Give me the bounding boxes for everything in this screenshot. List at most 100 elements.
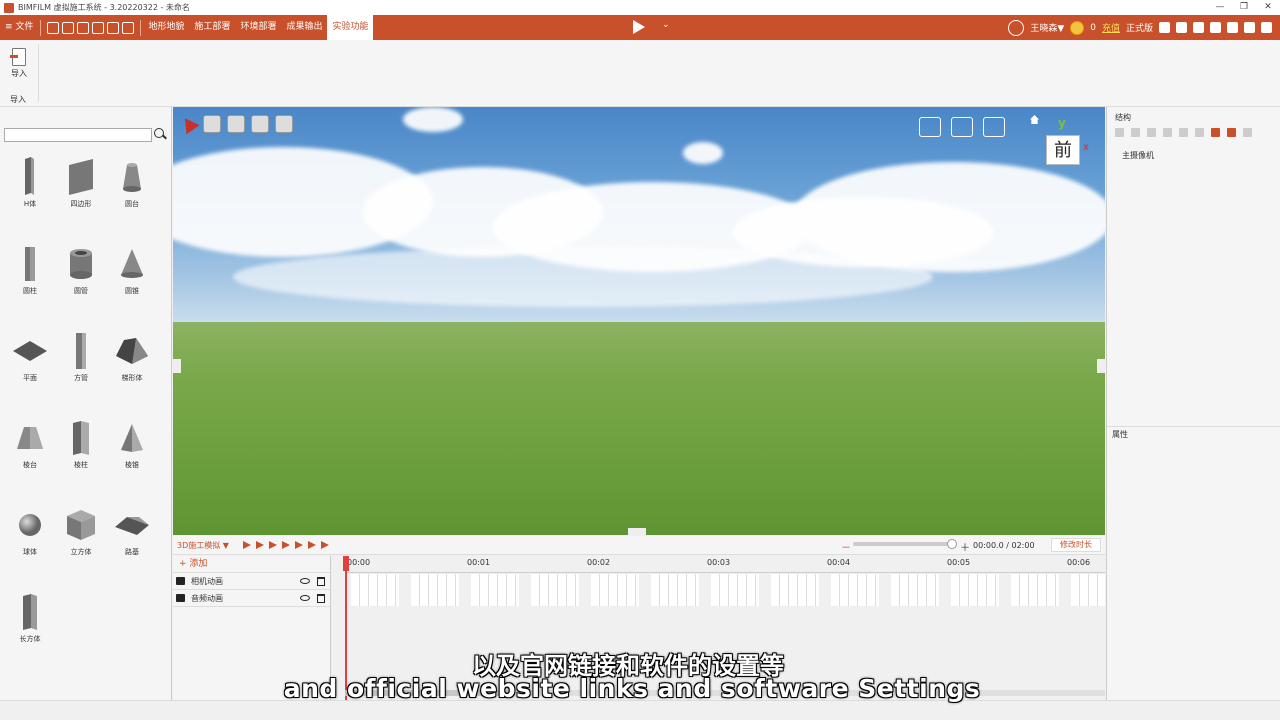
shape-frustum[interactable]: 圆台 <box>106 155 158 209</box>
save-icon[interactable] <box>62 21 75 34</box>
rotate-cube-icon[interactable] <box>227 115 245 133</box>
shape-h-beam[interactable]: H体 <box>4 155 56 209</box>
shape-quad[interactable]: 四边形 <box>55 155 107 209</box>
shape-cube[interactable]: 立方体 <box>55 503 107 557</box>
shape-cylinder[interactable]: 圆柱 <box>4 242 56 296</box>
shape-label: 四边形 <box>70 200 92 208</box>
box-cube-icon[interactable] <box>275 115 293 133</box>
shape-tube[interactable]: 圆管 <box>55 242 107 296</box>
right-panel: 结构 主摄像机 属性 <box>1106 107 1280 700</box>
timeline-mode-select[interactable]: 3D施工模拟 ▼ <box>177 540 229 551</box>
tab-environment[interactable]: 环境部署 <box>235 15 281 40</box>
view-cube[interactable]: 前 <box>1046 135 1080 165</box>
move-cube-icon[interactable] <box>203 115 221 133</box>
play-dropdown-icon[interactable]: ⌄ <box>662 20 670 30</box>
shape-plane[interactable]: 平面 <box>4 329 56 383</box>
select-cursor-icon[interactable] <box>178 113 200 135</box>
search-icon[interactable] <box>153 128 166 141</box>
tab-terrain[interactable]: 地形地貌 <box>143 15 189 40</box>
file-menu[interactable]: ≡ 文件 <box>0 15 38 40</box>
play-icon[interactable] <box>633 20 645 34</box>
search-icon[interactable] <box>1243 128 1252 137</box>
compass-icon[interactable] <box>1261 22 1272 33</box>
settings-gear-icon[interactable] <box>1244 22 1255 33</box>
scale-cube-icon[interactable] <box>251 115 269 133</box>
structure-item[interactable]: 主摄像机 <box>1122 150 1154 161</box>
zoom-slider-knob[interactable] <box>947 539 957 549</box>
tab-construction[interactable]: 施工部署 <box>189 15 235 40</box>
shape-trapezoid[interactable]: 梯形体 <box>106 329 158 383</box>
user-name[interactable]: 王晓森▼ <box>1030 21 1064 34</box>
list-icon[interactable] <box>1179 128 1188 137</box>
import-button-label: 导入 <box>11 69 27 78</box>
notification-icon[interactable] <box>1176 22 1187 33</box>
prev-frame-icon[interactable] <box>255 541 264 549</box>
add-track-button[interactable]: + 添加 <box>173 556 330 573</box>
home-icon[interactable] <box>1227 22 1238 33</box>
visibility-eye-icon[interactable] <box>300 595 310 601</box>
import-button[interactable]: 导入 <box>8 48 30 79</box>
play-icon[interactable] <box>268 541 277 549</box>
camera-icon[interactable] <box>919 117 941 137</box>
shape-pyramid[interactable]: 棱锥 <box>106 416 158 470</box>
avatar[interactable] <box>1008 19 1025 36</box>
next-frame-icon[interactable] <box>281 541 290 549</box>
loop-icon[interactable] <box>307 541 316 549</box>
shape-roadbed[interactable]: 路基 <box>106 503 158 557</box>
lock-icon[interactable] <box>1147 128 1156 137</box>
select-box-icon[interactable] <box>1211 128 1220 137</box>
zoom-out-button[interactable]: － <box>841 539 851 554</box>
undo-icon[interactable] <box>107 21 120 34</box>
shape-cuboid[interactable]: 长方体 <box>4 590 56 644</box>
track-row[interactable]: 音频动画 <box>173 590 330 607</box>
edit-duration-button[interactable]: 修改时长 <box>1051 538 1101 552</box>
shape-sphere[interactable]: 球体 <box>4 503 56 557</box>
time-ruler[interactable]: 00:00 00:01 00:02 00:03 00:04 00:05 00:0… <box>345 556 1105 573</box>
zoom-slider[interactable] <box>853 539 957 549</box>
recharge-link[interactable]: 充值 <box>1102 21 1120 34</box>
close-button[interactable]: ✕ <box>1256 0 1280 15</box>
shape-square-tube[interactable]: 方管 <box>55 329 107 383</box>
mail-icon[interactable] <box>1159 22 1170 33</box>
collapse-bottom-arrow-icon[interactable] <box>628 528 646 535</box>
open-folder-icon[interactable] <box>47 21 60 34</box>
time-display: 00:00.0 / 02:00 <box>973 541 1035 550</box>
shape-prism-frustum[interactable]: 棱台 <box>4 416 56 470</box>
filter-icon[interactable] <box>1195 128 1204 137</box>
axis-gizmo-icon[interactable] <box>983 117 1005 137</box>
3d-viewport[interactable]: y 前 x <box>173 107 1105 535</box>
last-frame-icon[interactable] <box>294 541 303 549</box>
layer-icon[interactable] <box>1163 128 1172 137</box>
save-as-icon[interactable] <box>77 21 90 34</box>
structure-title: 结构 <box>1115 113 1131 122</box>
zoom-in-button[interactable]: ＋ <box>960 539 970 554</box>
shape-cone[interactable]: 圆锥 <box>106 242 158 296</box>
restore-button[interactable]: ❐ <box>1232 0 1256 15</box>
keyframe-area[interactable] <box>351 574 1105 606</box>
frame-icon[interactable] <box>1227 128 1236 137</box>
delete-trash-icon[interactable] <box>317 594 325 603</box>
eye-icon[interactable] <box>1115 128 1124 137</box>
sky <box>173 107 1105 327</box>
shape-prism[interactable]: 棱柱 <box>55 416 107 470</box>
redo-icon[interactable] <box>122 21 135 34</box>
first-frame-icon[interactable] <box>242 541 251 549</box>
focus-eye-icon[interactable] <box>951 117 973 137</box>
shape-label: 立方体 <box>70 548 92 556</box>
track-row[interactable]: 相机动画 <box>173 573 330 590</box>
tab-output[interactable]: 成果输出 <box>281 15 327 40</box>
history-icon[interactable] <box>92 21 105 34</box>
waveform-icon[interactable] <box>320 541 329 549</box>
delete-trash-icon[interactable] <box>317 577 325 586</box>
library-search-input[interactable] <box>4 128 152 142</box>
minimize-button[interactable]: — <box>1208 0 1232 15</box>
import-icon <box>10 48 26 66</box>
collapse-left-arrow-icon[interactable] <box>173 359 181 373</box>
eye-hide-icon[interactable] <box>1131 128 1140 137</box>
collapse-right-arrow-icon[interactable] <box>1097 359 1105 373</box>
edition-badge[interactable]: 正式版 <box>1126 21 1153 34</box>
video-icon[interactable] <box>1210 22 1221 33</box>
visibility-eye-icon[interactable] <box>300 578 310 584</box>
tab-experimental[interactable]: 实验功能 <box>327 15 374 40</box>
monitor-icon[interactable] <box>1193 22 1204 33</box>
